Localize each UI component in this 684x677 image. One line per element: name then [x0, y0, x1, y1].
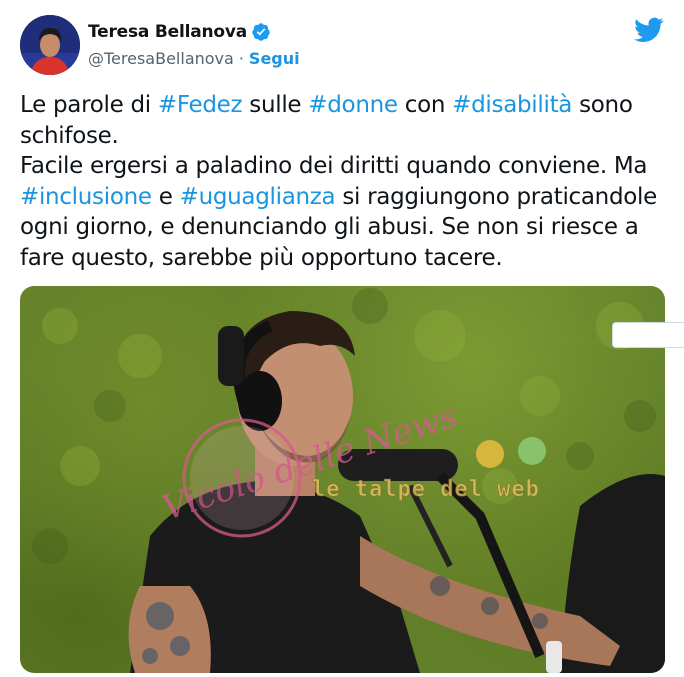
avatar[interactable]: [20, 15, 80, 75]
separator-dot: ·: [238, 49, 244, 68]
side-panel-edge: [612, 322, 684, 348]
hashtag-uguaglianza[interactable]: #uguaglianza: [180, 184, 336, 210]
hashtag-disabilita[interactable]: #disabilità: [452, 92, 572, 118]
author-handle[interactable]: @TeresaBellanova: [88, 49, 234, 68]
verified-badge-icon: [252, 23, 270, 41]
tweet-text: Le parole di #Fedez sulle #donne con #di…: [20, 90, 660, 273]
author-name[interactable]: Teresa Bellanova: [88, 22, 247, 42]
hashtag-inclusione[interactable]: #inclusione: [20, 184, 152, 210]
follow-button[interactable]: Segui: [249, 49, 300, 68]
tweet-paragraph-1: Le parole di #Fedez sulle #donne con #di…: [20, 92, 633, 149]
tweet-card: Teresa Bellanova @TeresaBellanova · Segu…: [0, 0, 684, 677]
twitter-bird-icon[interactable]: [634, 17, 664, 43]
media-photo: Vicolo delle News le talpe del web: [32, 288, 665, 673]
avatar-image: [20, 15, 80, 75]
tweet-media-image[interactable]: Vicolo delle News le talpe del web: [20, 286, 665, 673]
hashtag-fedez[interactable]: #Fedez: [158, 92, 243, 118]
hashtag-donne[interactable]: #donne: [308, 92, 398, 118]
watermark-right: le talpe del web: [312, 477, 540, 502]
tweet-paragraph-2: Facile ergersi a paladino dei diritti qu…: [20, 153, 657, 271]
